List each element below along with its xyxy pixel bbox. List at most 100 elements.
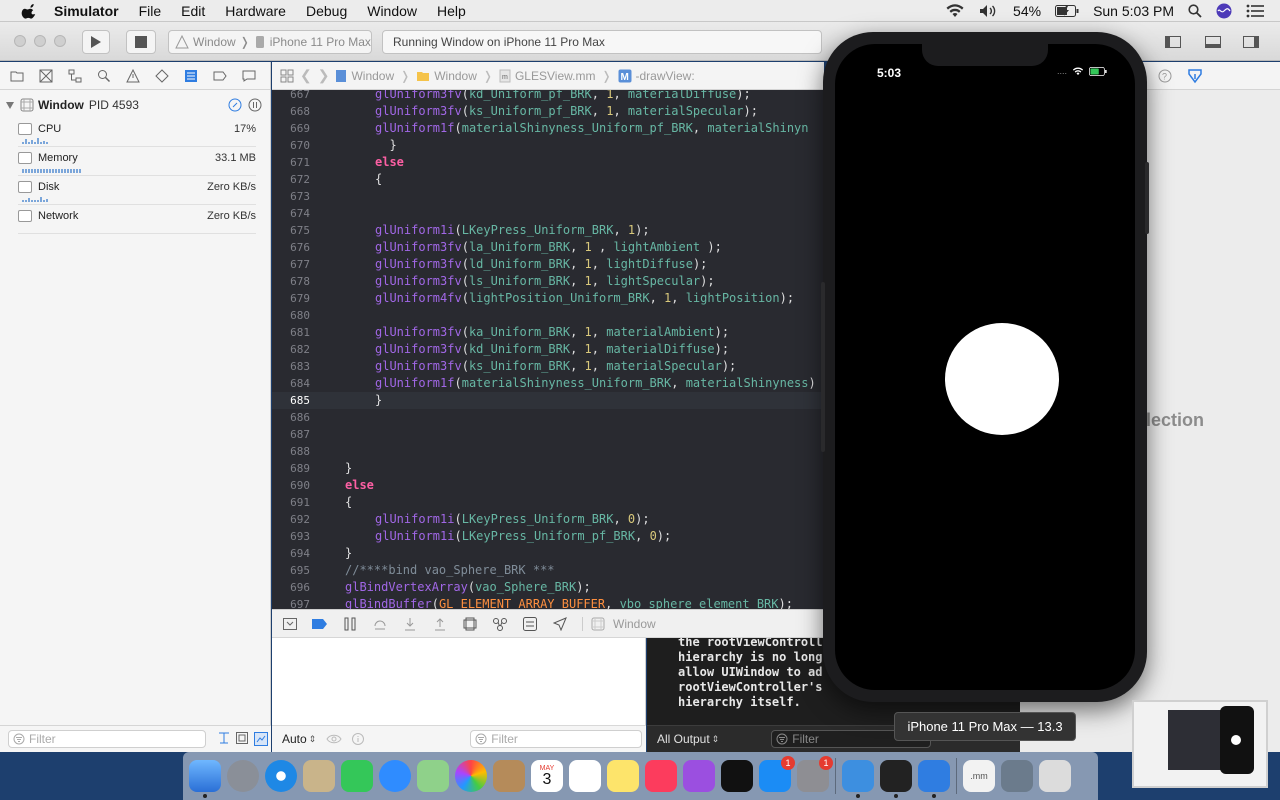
- breadcrumb-folder[interactable]: Window: [416, 69, 477, 83]
- code-line[interactable]: 676 glUniform3fv(la_Uniform_BRK, 1 , ligh…: [272, 239, 824, 256]
- line-number[interactable]: 693: [272, 528, 310, 545]
- code-line[interactable]: 668 glUniform3fv(ks_Uniform_pf_BRK, 1, ma…: [272, 103, 824, 120]
- debug-process-selector[interactable]: Window: [582, 616, 656, 631]
- calendar-icon[interactable]: MAY 3: [531, 760, 563, 792]
- code-line[interactable]: 674: [272, 205, 824, 222]
- gauge-disk[interactable]: Disk Zero KB/s: [0, 176, 270, 205]
- menu-app-name[interactable]: Simulator: [54, 3, 119, 19]
- line-number[interactable]: 689: [272, 460, 310, 477]
- menu-help[interactable]: Help: [437, 3, 466, 19]
- toggle-navigator-button[interactable]: [1158, 30, 1188, 54]
- side-button[interactable]: [1145, 162, 1149, 234]
- iphone-simulator[interactable]: 5:03 ....: [821, 32, 1149, 702]
- line-number[interactable]: 669: [272, 120, 310, 137]
- forward-arrow-icon[interactable]: ❯: [318, 67, 330, 84]
- code-line[interactable]: 684 glUniform1f(materialShinyness_Uniform…: [272, 375, 824, 392]
- stop-button[interactable]: [126, 30, 156, 54]
- wifi-icon[interactable]: [945, 3, 965, 18]
- line-number[interactable]: 696: [272, 579, 310, 596]
- scheme-selector[interactable]: Window ❭ iPhone 11 Pro Max: [168, 30, 372, 54]
- quick-help-icon[interactable]: ?: [1158, 69, 1172, 83]
- line-number[interactable]: 674: [272, 205, 310, 222]
- line-number[interactable]: 678: [272, 273, 310, 290]
- line-number[interactable]: 682: [272, 341, 310, 358]
- messages-icon[interactable]: [379, 760, 411, 792]
- source-control-navigator-icon[interactable]: [37, 67, 55, 85]
- launchpad-icon[interactable]: [227, 760, 259, 792]
- safari-icon[interactable]: [265, 760, 297, 792]
- podcasts-icon[interactable]: [683, 760, 715, 792]
- apple-tv-icon[interactable]: [721, 760, 753, 792]
- code-line[interactable]: 686: [272, 409, 824, 426]
- minimized-window-thumbnail[interactable]: [1132, 700, 1268, 788]
- variables-view[interactable]: Auto ⇕ Filter: [272, 638, 646, 752]
- quick-look-icon[interactable]: [326, 733, 342, 745]
- code-line[interactable]: 687: [272, 426, 824, 443]
- facetime-icon[interactable]: [341, 760, 373, 792]
- line-number[interactable]: 671: [272, 154, 310, 171]
- line-number[interactable]: 685: [272, 392, 310, 409]
- line-number[interactable]: 686: [272, 409, 310, 426]
- symbol-navigator-icon[interactable]: [66, 67, 84, 85]
- breadcrumb-method[interactable]: M -drawView:: [618, 69, 695, 83]
- toggle-debug-area-button[interactable]: [1198, 30, 1228, 54]
- gauge-memory[interactable]: Memory 33.1 MB: [0, 147, 270, 176]
- info-icon[interactable]: [352, 733, 365, 745]
- window-minimize-button[interactable]: [34, 35, 46, 47]
- terminal-icon[interactable]: [880, 760, 912, 798]
- code-line[interactable]: 693 glUniform1i(LKeyPress_Uniform_pf_BRK,…: [272, 528, 824, 545]
- line-number[interactable]: 697: [272, 596, 310, 609]
- line-number[interactable]: 672: [272, 171, 310, 188]
- code-line[interactable]: 677 glUniform3fv(ld_Uniform_BRK, 1, light…: [272, 256, 824, 273]
- code-line[interactable]: 680: [272, 307, 824, 324]
- simulator-icon[interactable]: [918, 760, 950, 798]
- line-number[interactable]: 681: [272, 324, 310, 341]
- code-line[interactable]: 696 glBindVertexArray(vao_Sphere_BRK);: [272, 579, 824, 596]
- contacts-icon[interactable]: [493, 760, 525, 792]
- line-number[interactable]: 695: [272, 562, 310, 579]
- line-number[interactable]: 677: [272, 256, 310, 273]
- debug-navigator-icon[interactable]: [182, 67, 200, 85]
- code-line[interactable]: 689}: [272, 460, 824, 477]
- process-row[interactable]: Window PID 4593: [0, 92, 270, 118]
- source-editor[interactable]: 667 glUniform3fv(kd_Uniform_pf_BRK, 1, ma…: [272, 90, 824, 609]
- menu-edit[interactable]: Edit: [181, 3, 205, 19]
- apple-logo-icon[interactable]: [20, 3, 40, 19]
- run-button[interactable]: [82, 30, 110, 54]
- code-line[interactable]: 690 else: [272, 477, 824, 494]
- report-navigator-icon[interactable]: [240, 67, 258, 85]
- line-number[interactable]: 694: [272, 545, 310, 562]
- menu-window[interactable]: Window: [367, 3, 417, 19]
- breadcrumb-file[interactable]: m GLESView.mm: [499, 69, 595, 83]
- reminders-icon[interactable]: [569, 760, 601, 792]
- code-line[interactable]: 678 glUniform3fv(ls_Uniform_BRK, 1, light…: [272, 273, 824, 290]
- test-navigator-icon[interactable]: [153, 67, 171, 85]
- code-line[interactable]: 685}: [272, 392, 824, 409]
- window-close-button[interactable]: [14, 35, 26, 47]
- gauge-options-icon[interactable]: [228, 98, 242, 112]
- line-number[interactable]: 670: [272, 137, 310, 154]
- code-line[interactable]: 681 glUniform3fv(ka_Uniform_BRK, 1, mater…: [272, 324, 824, 341]
- code-line[interactable]: 692 glUniform1i(LKeyPress_Uniform_BRK, 0)…: [272, 511, 824, 528]
- system-preferences-icon[interactable]: 1: [797, 756, 833, 792]
- downloads-icon[interactable]: [1001, 760, 1033, 792]
- variables-scope-popup[interactable]: Auto ⇕: [282, 732, 316, 746]
- menu-hardware[interactable]: Hardware: [225, 3, 286, 19]
- line-number[interactable]: 692: [272, 511, 310, 528]
- app-store-icon[interactable]: 1: [759, 756, 795, 792]
- debug-memory-graph-icon[interactable]: [492, 616, 508, 632]
- line-number[interactable]: 687: [272, 426, 310, 443]
- line-number[interactable]: 673: [272, 188, 310, 205]
- menu-clock[interactable]: Sun 5:03 PM: [1093, 3, 1174, 19]
- code-line[interactable]: 671 else: [272, 154, 824, 171]
- line-number[interactable]: 667: [272, 90, 310, 103]
- code-line[interactable]: 670 }: [272, 137, 824, 154]
- trash-icon[interactable]: [1039, 760, 1071, 792]
- simulate-location-icon[interactable]: [552, 616, 568, 632]
- siri-icon[interactable]: [1216, 3, 1232, 19]
- menu-debug[interactable]: Debug: [306, 3, 347, 19]
- code-line[interactable]: 667 glUniform3fv(kd_Uniform_pf_BRK, 1, ma…: [272, 90, 824, 103]
- line-number[interactable]: 683: [272, 358, 310, 375]
- finder-icon[interactable]: [189, 760, 221, 798]
- gauge-cpu[interactable]: CPU 17%: [0, 118, 270, 147]
